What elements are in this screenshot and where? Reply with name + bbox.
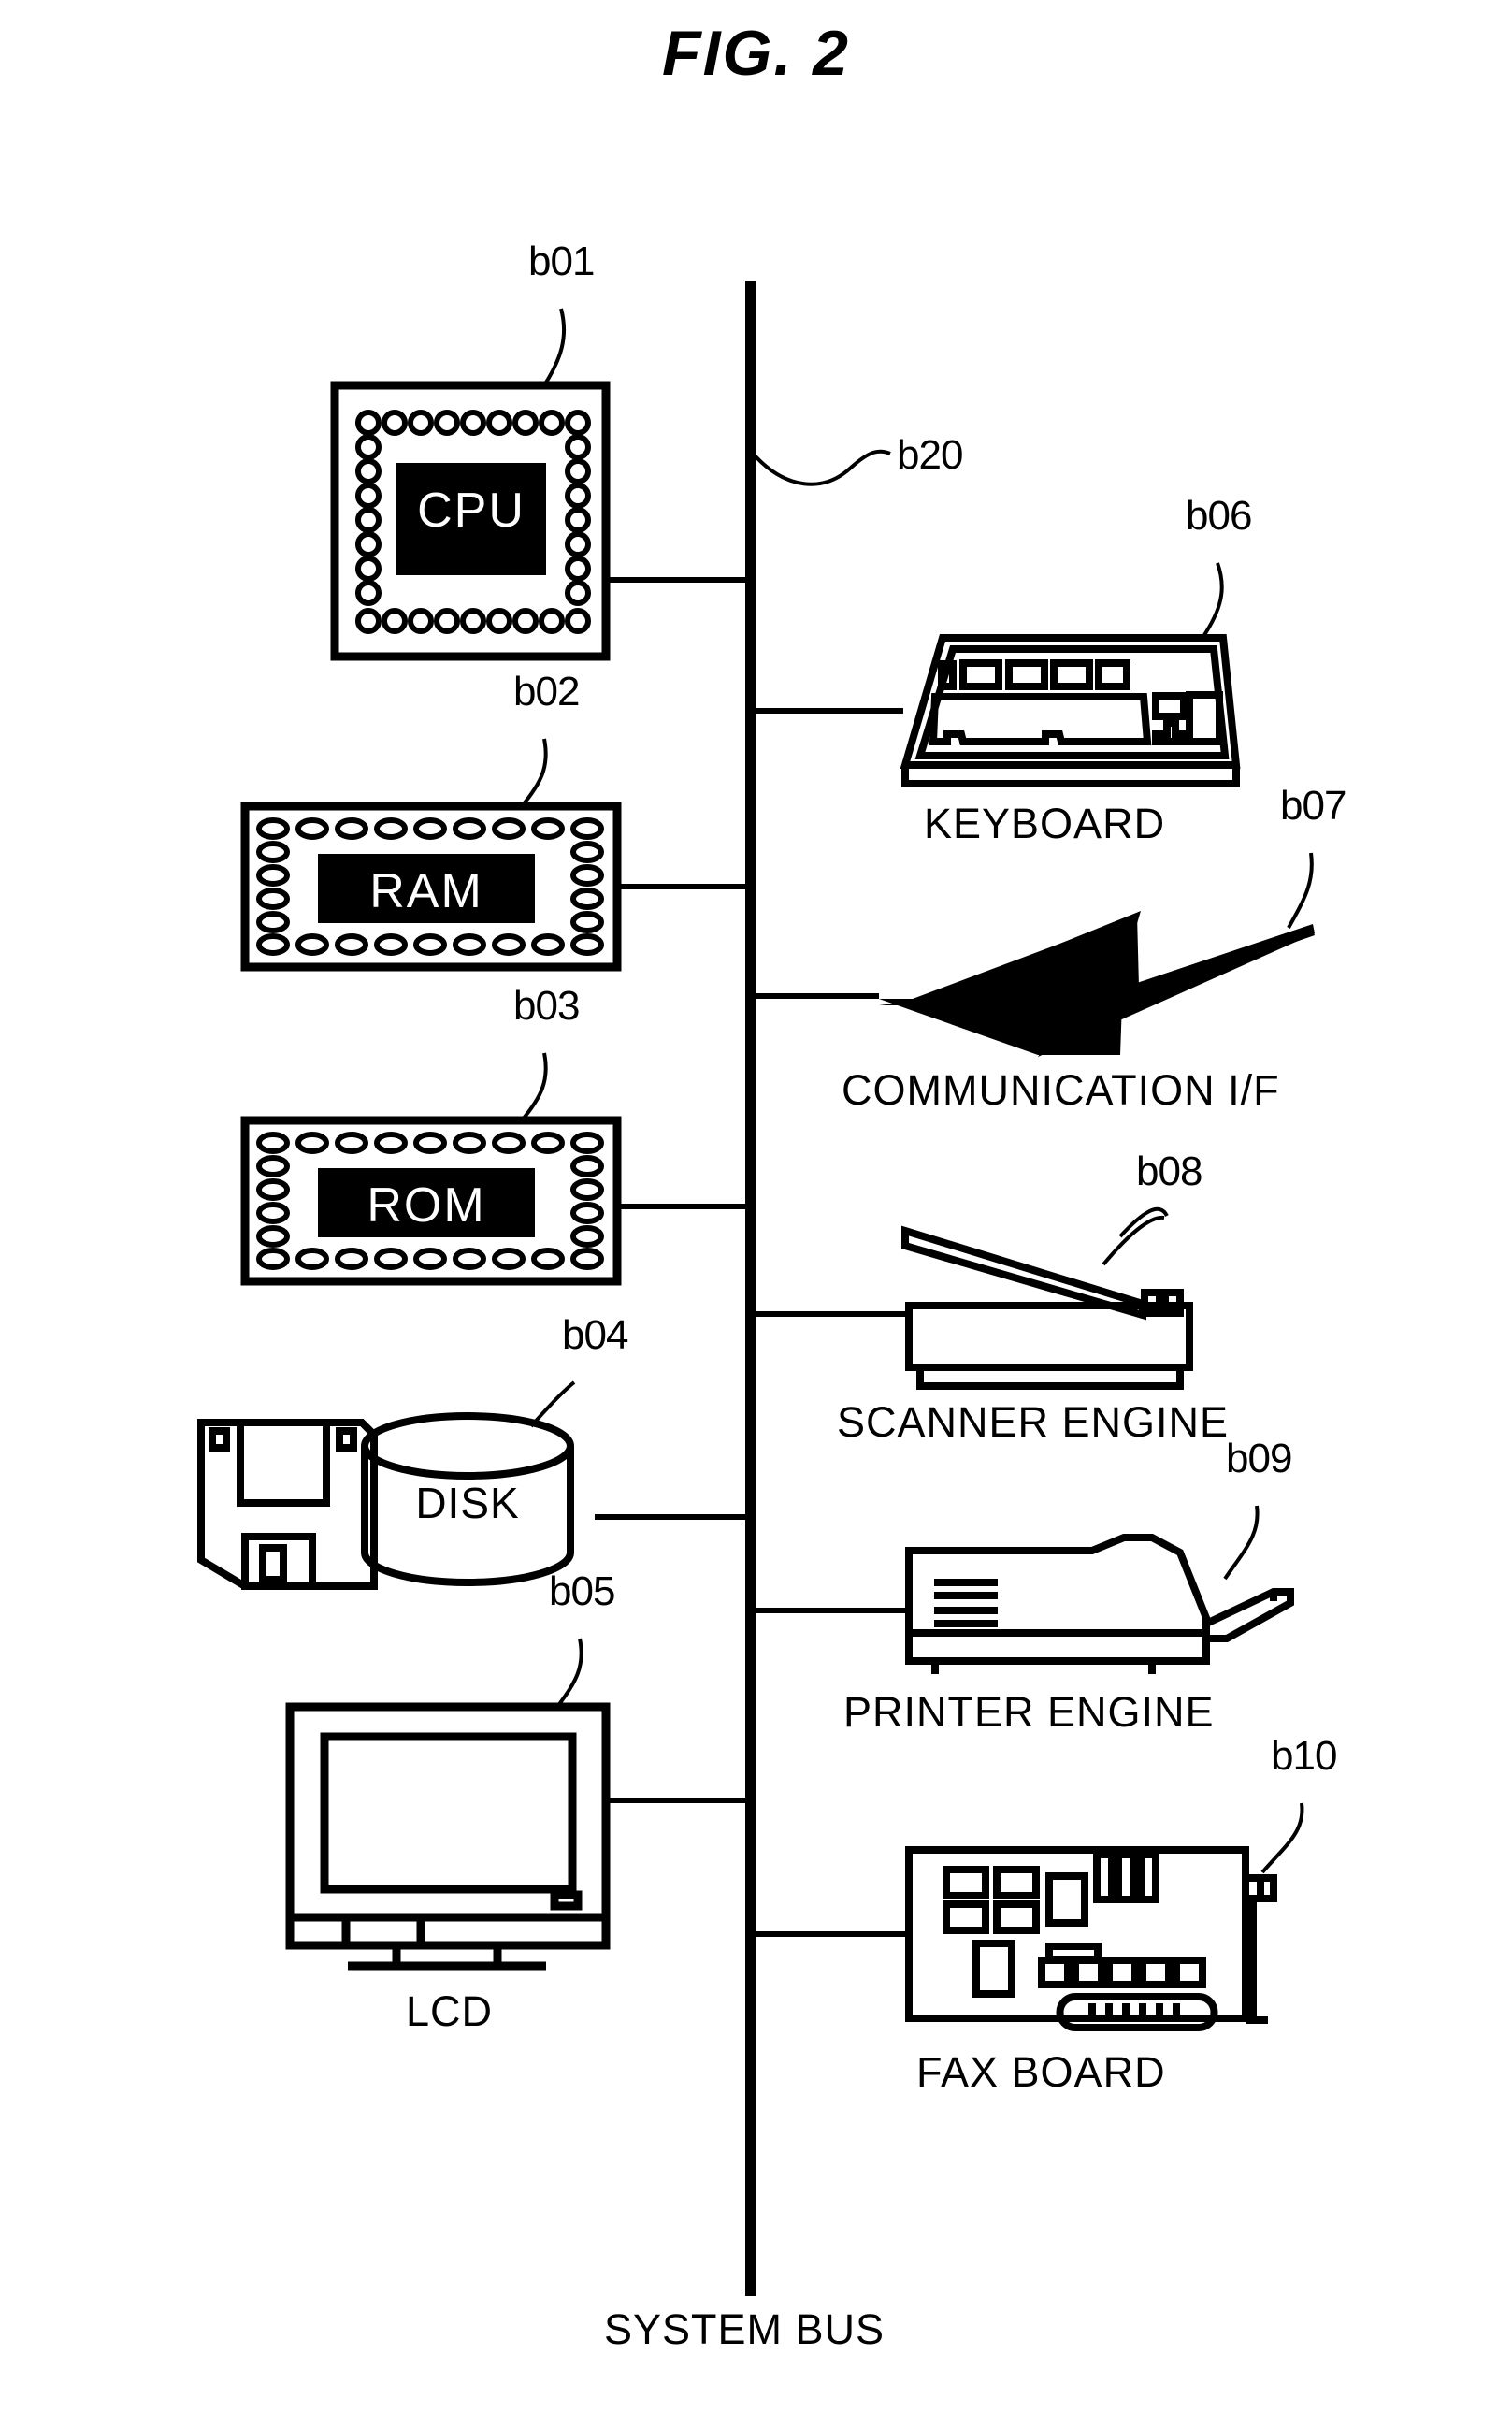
diagram-canvas — [197, 281, 1315, 2296]
lightning-bolt-icon — [879, 911, 1315, 1057]
ref-b01: b01 — [528, 238, 595, 284]
expansion-card-icon — [905, 1846, 1277, 2031]
disk-label: DISK — [415, 1479, 520, 1527]
leader-b10 — [1260, 1802, 1304, 1874]
keyboard-label: KEYBOARD — [924, 800, 1166, 847]
leader-b20 — [754, 449, 891, 486]
ref-b03: b03 — [513, 983, 580, 1029]
leader-b04 — [529, 1380, 576, 1428]
leader-b05 — [555, 1638, 583, 1709]
leader-b09 — [1223, 1505, 1260, 1581]
leader-b03 — [520, 1052, 548, 1122]
ref-b08: b08 — [1136, 1148, 1202, 1194]
system-bus-line — [745, 281, 756, 2296]
ref-b05: b05 — [549, 1568, 615, 1614]
ram-chip-label: RAM — [369, 864, 483, 918]
figure-root: FIG. 2 CPU RAM ROM DISK b01 b02 b03 b04 … — [0, 0, 1512, 2412]
ref-b06: b06 — [1186, 493, 1252, 539]
lcd-label: LCD — [406, 1987, 494, 2035]
ref-b09: b09 — [1226, 1436, 1292, 1481]
ref-b02: b02 — [513, 669, 580, 715]
scanner-icon — [901, 1225, 1193, 1390]
printer-icon — [905, 1534, 1294, 1674]
leader-b07 — [1287, 852, 1314, 929]
leader-b02 — [520, 738, 548, 808]
ref-b20: b20 — [897, 432, 963, 478]
floppy-disk-icon — [197, 1419, 378, 1590]
cpu-chip-label: CPU — [417, 484, 526, 538]
leader-b06 — [1201, 562, 1224, 640]
system-bus-label: SYSTEM BUS — [604, 2305, 886, 2353]
rom-chip-label: ROM — [367, 1178, 486, 1233]
keyboard-icon — [900, 634, 1241, 787]
leader-b01 — [542, 308, 567, 387]
monitor-icon — [285, 1702, 611, 1971]
ref-b04: b04 — [562, 1312, 628, 1358]
scanner-engine-label: SCANNER ENGINE — [837, 1398, 1230, 1446]
fax-board-label: FAX BOARD — [916, 2048, 1166, 2096]
ref-b07: b07 — [1280, 783, 1346, 829]
printer-engine-label: PRINTER ENGINE — [843, 1688, 1215, 1736]
ref-b10: b10 — [1271, 1733, 1337, 1779]
communication-if-label: COMMUNICATION I/F — [842, 1066, 1280, 1114]
